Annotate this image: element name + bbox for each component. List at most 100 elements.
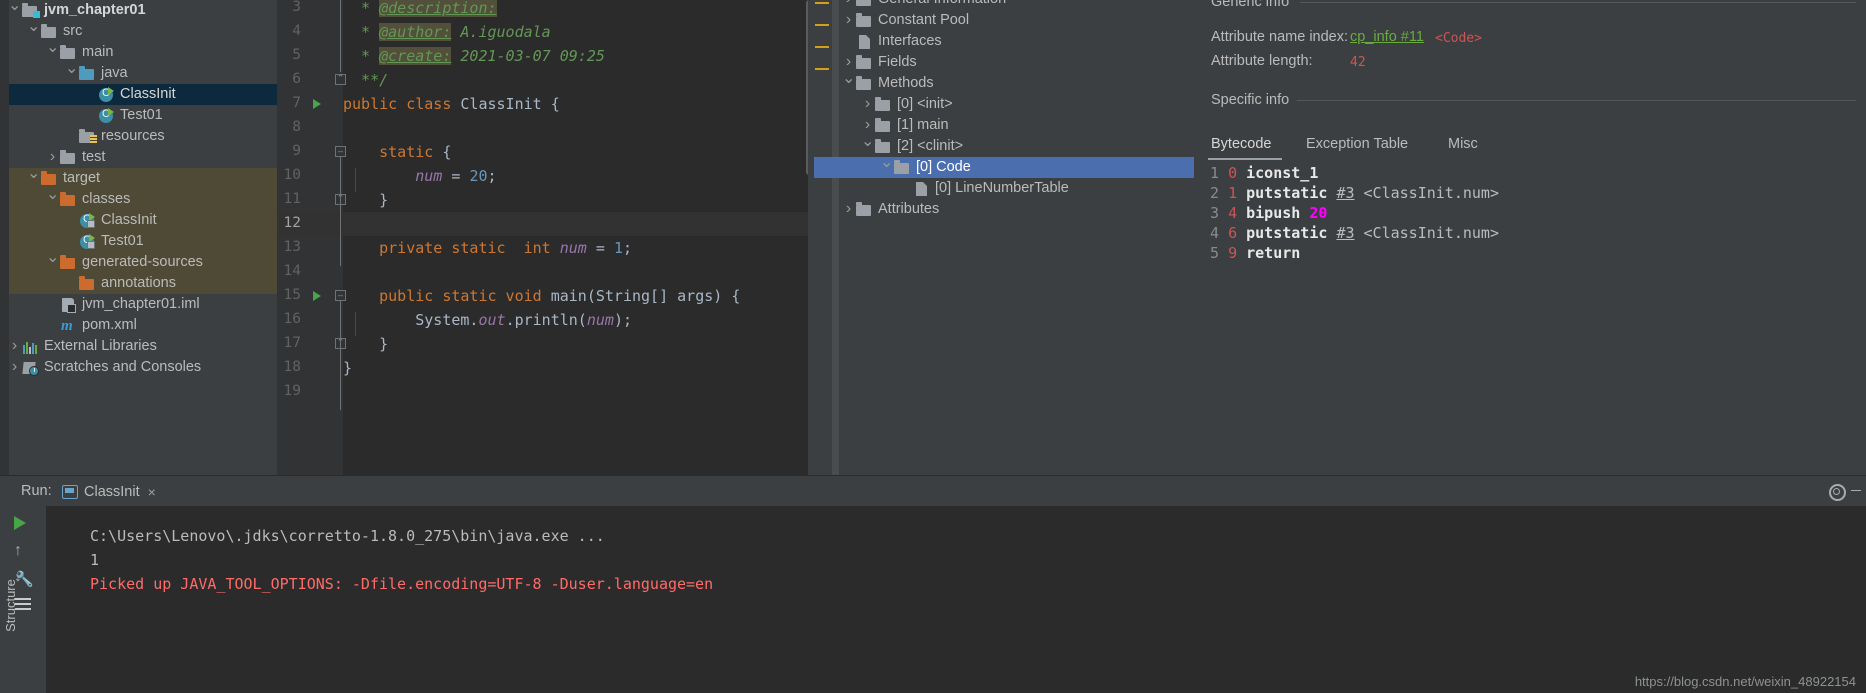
- tab-exception-table[interactable]: Exception Table: [1306, 136, 1408, 152]
- line-number-13[interactable]: 13: [284, 239, 301, 255]
- chevron-right-icon[interactable]: [842, 0, 855, 7]
- run-tab-classinit[interactable]: ClassInit ×: [62, 481, 156, 502]
- run-gutter-icon[interactable]: [313, 99, 321, 109]
- project-tree-item-scratches-and-consoles[interactable]: Scratches and Consoles: [0, 357, 277, 378]
- rerun-button[interactable]: [14, 514, 34, 534]
- chevron-right-icon[interactable]: [842, 12, 855, 28]
- line-number-3[interactable]: 3: [292, 0, 301, 15]
- line-number-17[interactable]: 17: [284, 335, 301, 351]
- line-number-18[interactable]: 18: [284, 359, 301, 375]
- code-line-5[interactable]: * @create: 2021-03-07 09:25: [343, 44, 605, 68]
- project-tree-item-target[interactable]: target: [0, 168, 277, 189]
- line-number-14[interactable]: 14: [284, 263, 301, 279]
- chevron-down-icon[interactable]: [46, 191, 59, 207]
- project-tree-item-pom-xml[interactable]: m pom.xml: [0, 315, 277, 336]
- cp-info-link[interactable]: cp_info #11: [1350, 29, 1424, 45]
- line-number-5[interactable]: 5: [292, 47, 301, 63]
- run-side-toolbar[interactable]: 🔧 Structure: [0, 506, 46, 693]
- structure-tree-item--1-main[interactable]: [1] main: [842, 115, 1204, 136]
- chevron-down-icon[interactable]: [880, 159, 893, 175]
- structure-tree-item-constant-pool[interactable]: Constant Pool: [842, 10, 1204, 31]
- line-number-11[interactable]: 11: [284, 191, 301, 207]
- close-icon[interactable]: ×: [148, 484, 156, 500]
- tab-misc[interactable]: Misc: [1448, 136, 1478, 152]
- line-number-9[interactable]: 9: [292, 143, 301, 159]
- project-tree-item-resources[interactable]: resources: [0, 126, 277, 147]
- project-tree-item-jvm-chapter01[interactable]: jvm_chapter01: [0, 0, 277, 21]
- chevron-right-icon[interactable]: [46, 149, 59, 165]
- project-tree-item-test[interactable]: test: [0, 147, 277, 168]
- chevron-down-icon[interactable]: [27, 170, 40, 186]
- editor-code-area[interactable]: * @description: * @author: A.iguodala * …: [343, 0, 814, 475]
- chevron-down-icon[interactable]: [27, 23, 40, 39]
- code-line-17[interactable]: }: [343, 332, 388, 356]
- code-line-3[interactable]: * @description:: [343, 0, 497, 20]
- chevron-right-icon[interactable]: [842, 54, 855, 70]
- project-tree-item-test01[interactable]: Test01: [0, 231, 277, 252]
- line-number-15[interactable]: 15: [284, 287, 301, 303]
- console-output[interactable]: C:\Users\Lenovo\.jdks\corretto-1.8.0_275…: [46, 506, 1866, 693]
- bytecode-row[interactable]: 2 1 putstatic #3 <ClassInit.num>: [1210, 183, 1499, 203]
- bytecode-listing[interactable]: 1 0 iconst_1 2 1 putstatic #3 <ClassInit.…: [1210, 163, 1860, 263]
- bytecode-row[interactable]: 5 9 return: [1210, 243, 1300, 263]
- run-gutter-icon[interactable]: [313, 291, 321, 301]
- line-number-6[interactable]: 6: [292, 71, 301, 87]
- project-tree-item-classinit[interactable]: ClassInit: [0, 210, 277, 231]
- project-tree-item-classes[interactable]: classes: [0, 189, 277, 210]
- chevron-down-icon[interactable]: [46, 44, 59, 60]
- specific-info-tabbar[interactable]: Bytecode Exception Table Misc: [1208, 133, 1631, 160]
- tab-bytecode[interactable]: Bytecode: [1211, 136, 1271, 152]
- line-number-10[interactable]: 10: [284, 167, 301, 183]
- project-tree-item-generated-sources[interactable]: generated-sources: [0, 252, 277, 273]
- chevron-down-icon[interactable]: [861, 138, 874, 154]
- code-line-6[interactable]: **/: [343, 68, 388, 92]
- project-tree-item-jvm-chapter01-iml[interactable]: jvm_chapter01.iml: [0, 294, 277, 315]
- structure-tree-item--0-linenumbertable[interactable]: [0] LineNumberTable: [842, 178, 1204, 199]
- chevron-right-icon[interactable]: [842, 201, 855, 217]
- structure-tree-item-interfaces[interactable]: Interfaces: [842, 31, 1204, 52]
- line-number-8[interactable]: 8: [292, 119, 301, 135]
- line-number-16[interactable]: 16: [284, 311, 301, 327]
- bytecode-cp-ref[interactable]: #3: [1336, 224, 1354, 242]
- code-editor[interactable]: 3456⌃789–1011⌃12131415–1617⌃1819 * @desc…: [277, 0, 814, 475]
- bytecode-row[interactable]: 3 4 bipush 20: [1210, 203, 1327, 223]
- code-line-16[interactable]: System.out.println(num);: [343, 308, 632, 332]
- code-line-9[interactable]: static {: [343, 140, 451, 164]
- bytecode-row[interactable]: 4 6 putstatic #3 <ClassInit.num>: [1210, 223, 1499, 243]
- structure-tree-item--0-code[interactable]: [0] Code: [814, 157, 1194, 178]
- line-number-12[interactable]: 12: [284, 215, 301, 231]
- structure-tree-item-attributes[interactable]: Attributes: [842, 199, 1204, 220]
- project-tree-item-main[interactable]: main: [0, 42, 277, 63]
- chevron-down-icon[interactable]: [8, 2, 21, 18]
- code-line-18[interactable]: }: [343, 356, 352, 380]
- chevron-right-icon[interactable]: [8, 338, 21, 354]
- structure-tree-item-fields[interactable]: Fields: [842, 52, 1204, 73]
- project-tree-item-java[interactable]: java: [0, 63, 277, 84]
- structure-tree-item--2-clinit-[interactable]: [2] <clinit>: [842, 136, 1204, 157]
- code-line-10[interactable]: num = 20;: [343, 164, 496, 188]
- structure-tree-item-methods[interactable]: Methods: [842, 73, 1204, 94]
- class-structure-tree[interactable]: General Information Constant Pool Interfac…: [814, 0, 1204, 475]
- line-number-19[interactable]: 19: [284, 383, 301, 399]
- code-line-13[interactable]: private static int num = 1;: [343, 236, 632, 260]
- code-line-11[interactable]: }: [343, 188, 388, 212]
- jclasslib-structure-panel[interactable]: General Information Constant Pool Interfac…: [814, 0, 1204, 475]
- line-number-7[interactable]: 7: [292, 95, 301, 111]
- structure-tree-item-general-information[interactable]: General Information: [842, 0, 1204, 10]
- chevron-down-icon[interactable]: [842, 75, 855, 91]
- chevron-down-icon[interactable]: [46, 254, 59, 270]
- structure-tool-button[interactable]: Structure: [3, 579, 18, 632]
- run-tool-window[interactable]: Run: ClassInit × 🔧: [0, 475, 1866, 693]
- chevron-right-icon[interactable]: [861, 96, 874, 112]
- bytecode-cp-ref[interactable]: #3: [1336, 184, 1354, 202]
- project-tree-item-test01[interactable]: Test01: [0, 105, 277, 126]
- hide-icon[interactable]: [1851, 490, 1861, 491]
- project-tree-item-external-libraries[interactable]: External Libraries: [0, 336, 277, 357]
- code-line-15[interactable]: public static void main(String[] args) {: [343, 284, 740, 308]
- gear-icon[interactable]: [1827, 482, 1846, 501]
- line-number-4[interactable]: 4: [292, 23, 301, 39]
- chevron-right-icon[interactable]: [861, 117, 874, 133]
- structure-tree-item--0-init-[interactable]: [0] <init>: [842, 94, 1204, 115]
- project-tree-item-src[interactable]: src: [0, 21, 277, 42]
- code-line-4[interactable]: * @author: A.iguodala: [343, 20, 551, 44]
